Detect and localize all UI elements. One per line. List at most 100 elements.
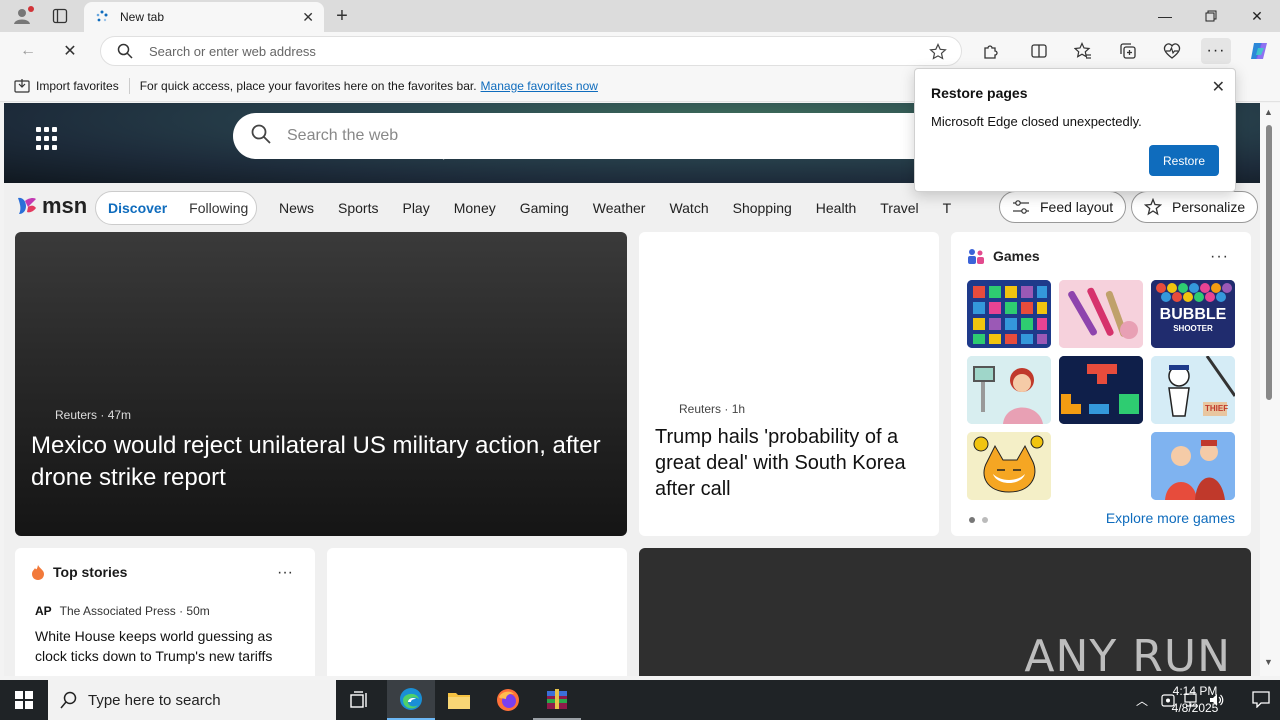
stop-button[interactable]: ✕	[56, 38, 84, 64]
nav-weather[interactable]: Weather	[593, 200, 646, 216]
favorite-star-icon[interactable]	[929, 43, 947, 64]
back-button[interactable]: ←	[14, 38, 42, 64]
game-tile-hotel[interactable]	[1151, 432, 1235, 500]
browser-essentials-button[interactable]	[1157, 38, 1187, 64]
restore-pages-popup: Restore pages Microsoft Edge closed unex…	[914, 68, 1236, 192]
nav-gaming[interactable]: Gaming	[520, 200, 569, 216]
pager-dot	[982, 517, 988, 523]
scroll-down-icon[interactable]: ▼	[1264, 657, 1273, 667]
winrar-icon	[547, 689, 567, 709]
taskbar-search[interactable]: Type here to search	[48, 680, 336, 720]
nav-shopping[interactable]: Shopping	[733, 200, 792, 216]
loading-card	[327, 548, 627, 676]
nav-news[interactable]: News	[279, 200, 314, 216]
scroll-up-icon[interactable]: ▲	[1264, 107, 1273, 117]
taskbar-file-explorer[interactable]	[435, 680, 483, 720]
nav-travel[interactable]: Travel	[880, 200, 918, 216]
tab-following[interactable]: Following	[189, 200, 248, 216]
personalize-label: Personalize	[1172, 199, 1246, 215]
nav-health[interactable]: Health	[816, 200, 856, 216]
taskbar-winrar[interactable]	[533, 680, 581, 720]
windows-icon	[15, 691, 33, 709]
manage-favorites-link[interactable]: Manage favorites now	[481, 79, 598, 93]
search-icon	[60, 691, 77, 709]
nav-play[interactable]: Play	[402, 200, 429, 216]
story-card[interactable]: Reuters · 1h Trump hails 'probability of…	[639, 232, 939, 536]
game-tile-jewels[interactable]	[967, 280, 1051, 348]
search-icon	[251, 124, 271, 149]
close-tab-icon[interactable]: ✕	[302, 9, 314, 26]
new-tab-button[interactable]: +	[330, 4, 354, 28]
taskbar-search-placeholder: Type here to search	[88, 691, 221, 709]
restore-window-button[interactable]	[1188, 0, 1234, 32]
explore-more-games-link[interactable]: Explore more games	[1106, 510, 1235, 526]
game-tile-blocks[interactable]	[1059, 356, 1143, 424]
nav-money[interactable]: Money	[454, 200, 496, 216]
close-popup-icon[interactable]: ✕	[1212, 77, 1225, 97]
ap-logo: AP	[35, 604, 52, 618]
nav-sports[interactable]: Sports	[338, 200, 378, 216]
minimize-icon: —	[1158, 8, 1172, 24]
top-stories-card: Top stories ··· AP The Associated Press …	[15, 548, 315, 676]
game-tile-hospital[interactable]	[967, 356, 1051, 424]
address-bar[interactable]: Search or enter web address	[100, 36, 962, 66]
profile-alert-dot	[28, 6, 34, 12]
story-source: Reuters · 47m	[55, 408, 132, 422]
favorites-button[interactable]	[1068, 38, 1098, 64]
split-screen-button[interactable]	[1024, 38, 1054, 64]
page-scrollbar[interactable]: ▲ ▼	[1260, 103, 1280, 676]
personalize-star-icon	[1144, 198, 1162, 216]
back-arrow-icon: ←	[20, 42, 36, 59]
start-button[interactable]	[0, 680, 48, 720]
nav-traffic[interactable]: Tra	[943, 200, 951, 216]
taskbar-edge[interactable]	[387, 680, 435, 720]
source-name: Reuters	[55, 408, 98, 422]
task-view-icon	[350, 691, 367, 708]
notification-center-button[interactable]	[1252, 690, 1270, 713]
msn-logo[interactable]: msn	[16, 193, 87, 219]
collections-button[interactable]	[1113, 38, 1143, 64]
import-favorites-label: Import favorites	[36, 78, 119, 93]
plus-icon: +	[336, 4, 348, 27]
import-favorites-button[interactable]: Import favorites	[14, 78, 119, 94]
minimize-button[interactable]: —	[1142, 0, 1188, 32]
nav-watch[interactable]: Watch	[669, 200, 708, 216]
story-source: AP The Associated Press · 50m	[35, 604, 210, 618]
task-view-button[interactable]	[336, 680, 384, 720]
extensions-button[interactable]	[976, 38, 1006, 64]
story-headline[interactable]: White House keeps world guessing as cloc…	[35, 626, 303, 666]
puzzle-icon	[984, 45, 998, 59]
close-window-button[interactable]: ✕	[1234, 0, 1280, 32]
more-options-icon[interactable]: ···	[277, 564, 293, 582]
lead-story-card[interactable]: Reuters · 47m Mexico would reject unilat…	[15, 232, 627, 536]
game-tile-thief[interactable]: THIEF	[1151, 356, 1235, 424]
settings-more-button[interactable]: ···	[1201, 38, 1231, 64]
personalize-button[interactable]: Personalize	[1131, 191, 1259, 223]
apps-launcher-icon[interactable]	[36, 127, 60, 151]
pager-dot-active	[969, 517, 975, 523]
more-options-icon[interactable]: ···	[1210, 248, 1229, 266]
msn-search-placeholder: Search the web	[287, 127, 399, 144]
game-tile-bubble-shooter[interactable]: BUBBLE SHOOTER	[1151, 280, 1235, 348]
game-tile-shiba[interactable]	[967, 432, 1051, 500]
tab-new-tab[interactable]: New tab ✕	[84, 2, 324, 32]
msn-logo-text: msn	[42, 193, 88, 218]
game-tile-makeup[interactable]	[1059, 280, 1143, 348]
tab-actions-button[interactable]	[46, 4, 74, 28]
chevron-up-icon[interactable]: ︿	[1136, 692, 1148, 709]
copilot-button[interactable]	[1244, 38, 1274, 64]
restore-button[interactable]: Restore	[1149, 145, 1219, 176]
story-card-large[interactable]: ANY RUN	[639, 548, 1251, 676]
tab-discover[interactable]: Discover	[108, 200, 167, 216]
msn-search-input[interactable]: Search the web	[233, 113, 993, 159]
taskbar: Type here to search ︿ 4:14 PM 4/8/2025	[0, 680, 1280, 720]
sliders-icon	[1013, 200, 1029, 214]
clock[interactable]: 4:14 PM 4/8/2025	[1160, 683, 1230, 717]
scrollbar-thumb[interactable]	[1266, 125, 1272, 400]
edge-icon	[400, 688, 422, 710]
source-name: The Associated Press	[59, 604, 176, 618]
profile-button[interactable]	[8, 4, 36, 28]
games-pager[interactable]	[969, 517, 995, 523]
feed-layout-button[interactable]: Feed layout	[999, 191, 1127, 223]
taskbar-firefox[interactable]	[484, 680, 532, 720]
